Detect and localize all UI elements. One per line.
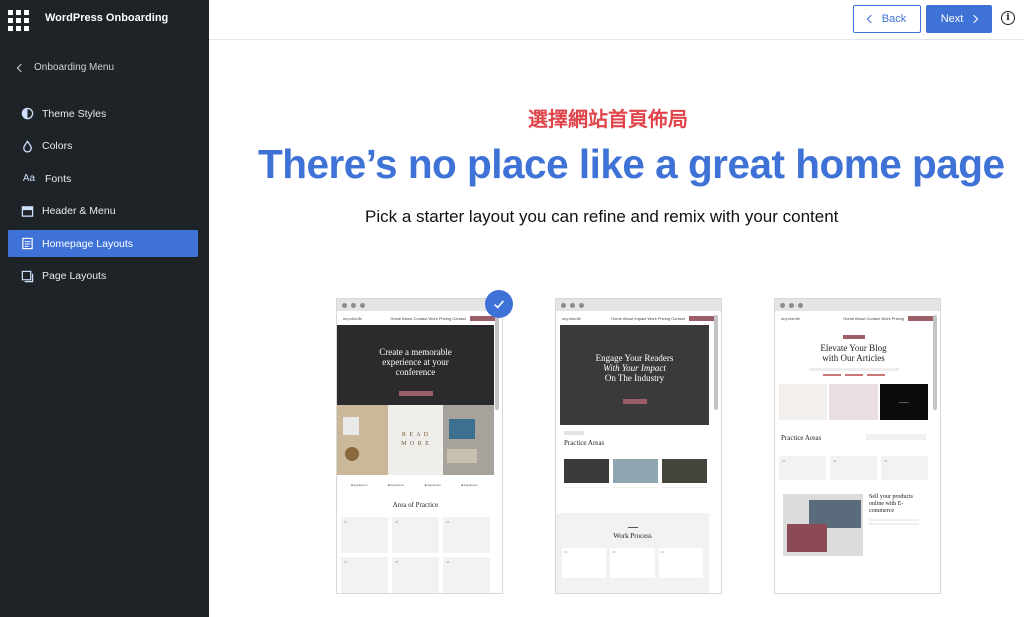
preview-practice: Practice Areas (775, 420, 940, 442)
layout-preview: onyxfacile Home About Contact Work Pricin… (775, 311, 940, 593)
preview-scrollbar[interactable] (714, 315, 718, 410)
next-button-label: Next (940, 13, 964, 25)
selected-check-icon (485, 290, 513, 318)
preview-promo-title: Sell your products online with E-commerc… (869, 494, 913, 514)
sidebar-item-homepage-layouts[interactable]: Homepage Layouts (8, 230, 198, 257)
top-toolbar: Back Next i (209, 0, 1024, 40)
preview-hero: Create a memorable experience at your co… (337, 325, 494, 405)
preview-image-row: ~~~~ (775, 376, 940, 420)
sidebar-item-label: Homepage Layouts (42, 237, 134, 250)
preview-scrollbar[interactable] (495, 315, 499, 410)
header-layout-icon (21, 205, 34, 218)
layout-card-3[interactable]: onyxfacile Home About Contact Work Pricin… (774, 298, 941, 594)
preview-hero-line2: With Your Impact (603, 363, 666, 373)
sidebar-item-theme-styles[interactable]: Theme Styles (8, 100, 198, 127)
chevron-left-icon (866, 14, 876, 24)
preview-image-row (556, 447, 721, 483)
preview-hero-text: Create a memorable experience at your co… (379, 347, 452, 377)
sidebar-item-label: Fonts (45, 172, 72, 185)
preview-image-row: R E A DM O R E (337, 405, 494, 475)
page-icon (21, 237, 34, 250)
preview-tiles: 01 02 03 (775, 442, 940, 480)
sidebar: WordPress Onboarding Onboarding Menu The… (0, 0, 209, 617)
layout-card-1[interactable]: onyxfacile Home About Contact Work Pricin… (336, 298, 503, 594)
chevron-right-icon (970, 14, 979, 24)
preview-hero-text: Elevate Your Blog with Our Articles (820, 343, 887, 363)
preview-section-title: Practice Areas (781, 434, 822, 442)
sidebar-item-label: Page Layouts (42, 270, 107, 282)
pages-icon (21, 270, 34, 283)
onboarding-app: WordPress Onboarding Onboarding Menu The… (0, 0, 1024, 617)
onboarding-menu-back-link[interactable]: Onboarding Menu (16, 62, 115, 73)
preview-text-row (556, 483, 721, 505)
preview-hero-line3: On The Industry (604, 373, 665, 383)
sidebar-item-header-menu[interactable]: Header & Menu (8, 198, 198, 225)
brand: WordPress Onboarding (8, 8, 168, 32)
preview-read-more-tiles: R E A DM O R E (401, 432, 430, 447)
sidebar-item-label: Theme Styles (42, 107, 107, 120)
preview-hero: Engage Your Readers With Your Impact On … (560, 325, 709, 425)
droplet-icon (21, 139, 34, 153)
back-button[interactable]: Back (853, 5, 921, 33)
browser-chrome (775, 299, 940, 311)
annotation-label: 選擇網站首頁佈局 (528, 107, 688, 131)
sidebar-item-page-layouts[interactable]: Page Layouts (8, 263, 198, 290)
sidebar-item-colors[interactable]: Colors (8, 133, 198, 160)
browser-chrome (556, 299, 721, 311)
browser-chrome (337, 299, 502, 311)
preview-scrollbar[interactable] (933, 315, 937, 410)
layout-preview: onyxfacile Home About Contact Work Pricin… (337, 311, 502, 593)
sidebar-nav: Theme Styles Colors Aa Fonts Header & Me… (8, 100, 198, 295)
sidebar-item-label: Header & Menu (42, 205, 116, 217)
layout-card-2[interactable]: onyxfacile Home About Impact Work Pricing… (555, 298, 722, 594)
app-grid-icon[interactable] (8, 9, 29, 31)
preview-section-title: Area of Practice (392, 501, 439, 509)
preview-section-title: Practice Areas (564, 439, 605, 447)
sidebar-item-fonts[interactable]: Aa Fonts (8, 165, 198, 192)
next-button[interactable]: Next (926, 5, 992, 33)
preview-promo: Sell your products online with E-commerc… (775, 480, 940, 556)
preview-hero-line1: Engage Your Readers (595, 353, 674, 363)
preview-section2-title: Work Process (613, 532, 652, 540)
back-menu-label: Onboarding Menu (34, 62, 115, 73)
font-aa-icon: Aa (22, 173, 36, 184)
preview-process: Work Process 01 02 03 (556, 513, 709, 593)
preview-practice: Practice Areas (556, 425, 721, 447)
chevron-left-icon (16, 63, 26, 72)
layout-preview: onyxfacile Home About Impact Work Pricing… (556, 311, 721, 593)
preview-tiles: 01 02 03 04 05 06 (337, 509, 502, 593)
preview-hero: Elevate Your Blog with Our Articles (775, 325, 940, 376)
half-circle-icon (21, 107, 34, 120)
page-subtitle: Pick a starter layout you can refine and… (365, 207, 839, 226)
page-title: There’s no place like a great home page (258, 141, 1005, 187)
info-icon[interactable]: i (1001, 11, 1015, 25)
app-title: WordPress Onboarding (45, 12, 169, 24)
preview-logo-row: ■ logoipsum ■ logoipsum ■ logoipsum ■ logoi… (351, 483, 478, 487)
back-button-label: Back (881, 13, 907, 25)
sidebar-item-label: Colors (42, 140, 73, 152)
